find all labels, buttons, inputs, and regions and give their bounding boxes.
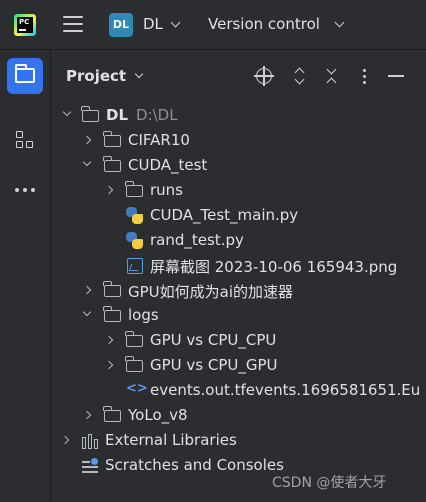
tree-item-label: 屏幕截图 2023-10-06 165943.png bbox=[150, 258, 398, 276]
main-toolbar: PC DL DL Version control bbox=[0, 0, 426, 50]
tree-item-logs[interactable]: logs bbox=[52, 303, 426, 328]
project-panel-header: Project bbox=[52, 50, 426, 102]
more-horizontal-icon bbox=[15, 188, 35, 192]
tree-item-label: YoLo_v8 bbox=[128, 406, 188, 424]
tree-item-label: External Libraries bbox=[105, 431, 237, 449]
image-file-icon bbox=[127, 258, 143, 274]
tree-item-cifar10[interactable]: CIFAR10 bbox=[52, 128, 426, 153]
tree-item-label: logs bbox=[128, 306, 159, 324]
python-file-icon bbox=[126, 232, 143, 249]
tree-item-gpu-vs-cpu-gpu[interactable]: GPU vs CPU_GPU bbox=[52, 353, 426, 378]
tree-item-external-libraries[interactable]: External Libraries bbox=[52, 428, 426, 453]
chevron-down-icon[interactable] bbox=[134, 69, 144, 79]
tree-item-yolo-v8[interactable]: YoLo_v8 bbox=[52, 403, 426, 428]
project-tree: DL D:\DL CIFAR10 CUDA_test runs CUDA_Test… bbox=[52, 103, 426, 478]
tool-window-stripe bbox=[0, 50, 51, 502]
chevron-right-icon[interactable] bbox=[82, 410, 92, 420]
pycharm-logo-icon[interactable]: PC bbox=[14, 14, 36, 36]
minimize-icon[interactable] bbox=[386, 66, 406, 86]
tree-item-runs[interactable]: runs bbox=[52, 178, 426, 203]
tree-item-gpu-vs-cpu-cpu[interactable]: GPU vs CPU_CPU bbox=[52, 328, 426, 353]
pycharm-logo-text: PC bbox=[17, 17, 33, 33]
chevron-right-icon[interactable] bbox=[104, 335, 114, 345]
tree-item-label: CIFAR10 bbox=[128, 131, 190, 149]
tree-item-cuda-main-py[interactable]: CUDA_Test_main.py bbox=[52, 203, 426, 228]
project-widget-name[interactable]: DL bbox=[143, 15, 163, 33]
folder-icon bbox=[103, 156, 121, 172]
code-file-icon: <> bbox=[126, 381, 148, 396]
tree-item-label: rand_test.py bbox=[150, 231, 244, 249]
folder-icon bbox=[125, 356, 143, 372]
chevron-down-icon[interactable] bbox=[82, 307, 92, 317]
project-tool-button[interactable] bbox=[7, 58, 43, 94]
locate-icon[interactable] bbox=[254, 66, 274, 86]
folder-icon bbox=[103, 306, 121, 322]
python-file-icon bbox=[126, 207, 143, 224]
folder-icon bbox=[103, 131, 121, 147]
version-control-widget[interactable]: Version control bbox=[208, 15, 320, 33]
collapse-all-icon[interactable] bbox=[322, 64, 342, 88]
tree-item-label: DL bbox=[106, 106, 129, 124]
chevron-down-icon[interactable] bbox=[62, 107, 72, 117]
chevron-right-icon[interactable] bbox=[82, 285, 92, 295]
tree-item-label: GPU vs CPU_GPU bbox=[150, 356, 278, 374]
main-menu-icon[interactable] bbox=[63, 16, 83, 34]
chevron-down-icon[interactable] bbox=[334, 17, 345, 28]
tree-item-cuda-test[interactable]: CUDA_test bbox=[52, 153, 426, 178]
structure-icon bbox=[16, 131, 34, 149]
chevron-right-icon[interactable] bbox=[60, 435, 70, 445]
more-tools-button[interactable] bbox=[7, 172, 43, 208]
project-badge[interactable]: DL bbox=[109, 13, 133, 37]
chevron-down-icon[interactable] bbox=[170, 17, 181, 28]
panel-title[interactable]: Project bbox=[66, 67, 126, 85]
tree-item-screenshot-png[interactable]: 屏幕截图 2023-10-06 165943.png bbox=[52, 253, 426, 278]
tree-item-path: D:\DL bbox=[136, 106, 178, 124]
chevron-right-icon[interactable] bbox=[104, 360, 114, 370]
watermark: CSDN @使者大牙 bbox=[272, 475, 387, 491]
folder-icon bbox=[81, 106, 99, 122]
tree-item-label: events.out.tfevents.1696581651.Eu bbox=[150, 381, 421, 399]
chevron-down-icon[interactable] bbox=[82, 157, 92, 167]
tree-item-label: runs bbox=[150, 181, 183, 199]
chevron-right-icon[interactable] bbox=[82, 135, 92, 145]
folder-icon bbox=[103, 406, 121, 422]
folder-icon bbox=[15, 64, 35, 83]
scratches-icon bbox=[82, 458, 98, 474]
project-panel: Project DL D:\DL CIFAR10 CUDA_test runs … bbox=[52, 50, 426, 502]
folder-icon bbox=[103, 281, 121, 297]
tree-item-label: CUDA_test bbox=[128, 156, 208, 174]
tree-item-label: GPU vs CPU_CPU bbox=[150, 331, 277, 349]
tree-item-events-file[interactable]: <> events.out.tfevents.1696581651.Eu bbox=[52, 378, 426, 403]
folder-icon bbox=[125, 181, 143, 197]
tree-item-label: Scratches and Consoles bbox=[105, 456, 284, 474]
tree-item-label: GPU如何成为ai的加速器 bbox=[128, 283, 294, 301]
tree-item-rand-test-py[interactable]: rand_test.py bbox=[52, 228, 426, 253]
library-icon bbox=[82, 434, 99, 449]
structure-tool-button[interactable] bbox=[7, 122, 43, 158]
options-vertical-icon[interactable] bbox=[354, 66, 374, 86]
chevron-right-icon[interactable] bbox=[104, 185, 114, 195]
expand-all-icon[interactable] bbox=[290, 66, 310, 86]
folder-icon bbox=[125, 331, 143, 347]
tree-item-label: CUDA_Test_main.py bbox=[150, 206, 299, 224]
tree-item-dl-root[interactable]: DL D:\DL bbox=[52, 103, 426, 128]
tree-item-gpu-accelerator[interactable]: GPU如何成为ai的加速器 bbox=[52, 278, 426, 303]
